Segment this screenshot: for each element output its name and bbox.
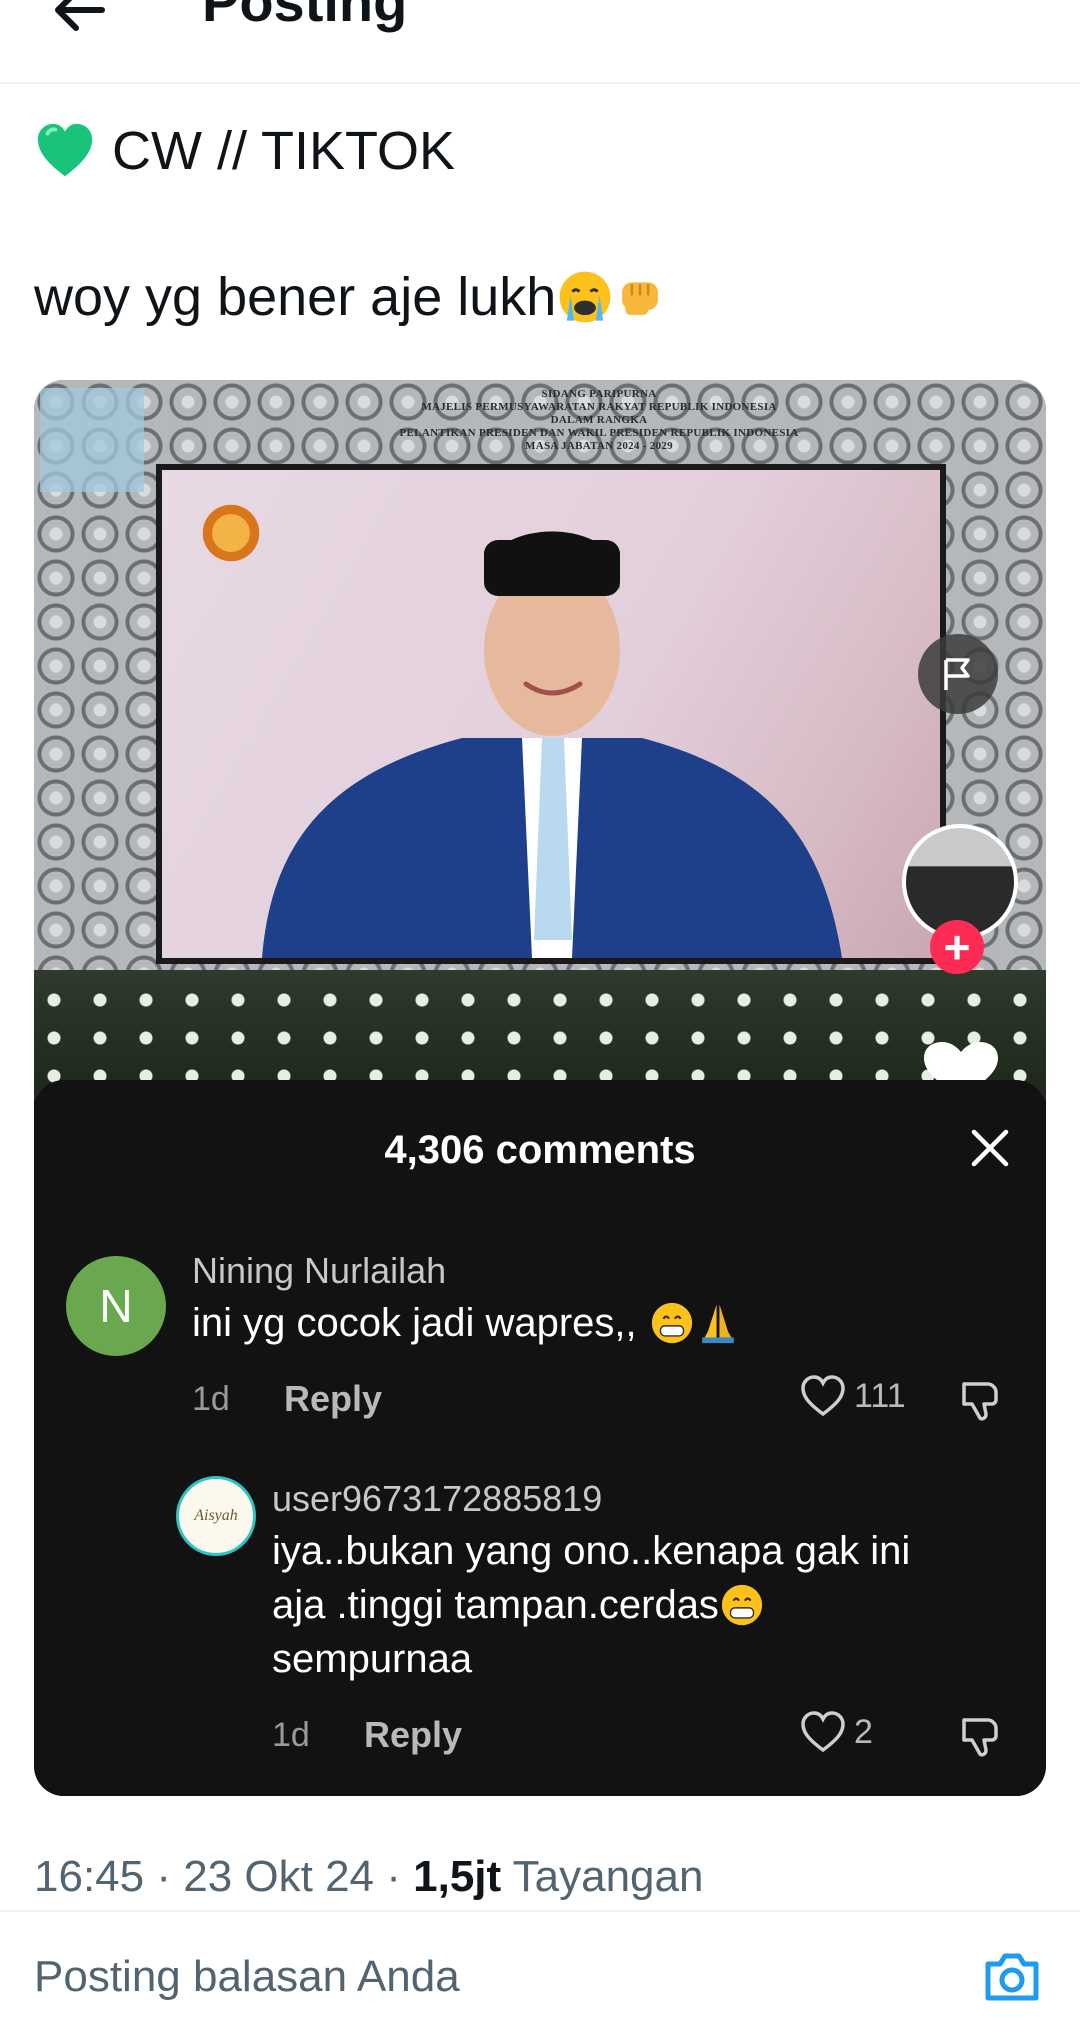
- dislike-icon[interactable]: [956, 1710, 1006, 1760]
- like-count: 111: [854, 1376, 906, 1415]
- reply-button[interactable]: Reply: [364, 1714, 462, 1756]
- banner-line: MASA JABATAN 2024 - 2029: [525, 440, 673, 452]
- reply-button[interactable]: Reply: [284, 1378, 382, 1420]
- comment-line: aja .tinggi tampan.cerdas: [272, 1583, 719, 1627]
- watermark-sticker: [40, 388, 144, 492]
- post-text-line-1: CW // TIKTOK: [34, 116, 455, 186]
- banner-line: MAJELIS PERMUSYAWARATAN RAKYAT REPUBLIK …: [421, 401, 777, 413]
- heart-outline-icon: [801, 1375, 845, 1417]
- views-count[interactable]: 1,5jt: [413, 1852, 501, 1901]
- embedded-media[interactable]: SIDANG PARIPURNA MAJELIS PERMUSYAWARATAN…: [34, 380, 1046, 1796]
- comment-age: 1d: [192, 1380, 230, 1418]
- crying-face-icon: [559, 271, 611, 323]
- page-title: Posting: [202, 0, 408, 33]
- reply-composer[interactable]: Posting balasan Anda: [0, 1910, 1080, 2032]
- banner-line: DALAM RANGKA: [550, 414, 648, 426]
- flag-icon: [944, 658, 970, 690]
- comment-like-button[interactable]: 2: [800, 1710, 873, 1754]
- like-count: 2: [854, 1712, 873, 1751]
- comment-like-button[interactable]: 111: [800, 1374, 906, 1418]
- fist-icon: [622, 282, 659, 315]
- banner-line: PELANTIKAN PRESIDEN DAN WAKIL PRESIDEN R…: [399, 427, 799, 439]
- post-date: 23 Okt 24: [183, 1852, 375, 1901]
- green-heart-icon: [37, 123, 93, 177]
- video-frame[interactable]: SIDANG PARIPURNA MAJELIS PERMUSYAWARATAN…: [34, 380, 1046, 1100]
- heart-outline-icon: [801, 1711, 845, 1753]
- praying-hands-icon: [701, 1304, 734, 1344]
- comment-body: ini yg cocok jadi wapres,,: [192, 1301, 637, 1345]
- comment-text: ini yg cocok jadi wapres,,: [192, 1296, 741, 1350]
- dislike-icon[interactable]: [956, 1374, 1006, 1424]
- comment-line: iya..bukan yang ono..kenapa gak ini: [272, 1529, 911, 1573]
- screen-content: [162, 470, 940, 958]
- post-metadata: 16:45 · 23 Okt 24 · 1,5jt Tayangan: [34, 1852, 703, 1902]
- comment-line-wrapper: aja .tinggi tampan.cerdas: [272, 1578, 910, 1632]
- close-icon[interactable]: [966, 1124, 1014, 1172]
- commenter-avatar[interactable]: N: [66, 1256, 166, 1356]
- person-illustration: [262, 531, 842, 958]
- post-time: 16:45: [34, 1852, 145, 1901]
- comments-count: 4,306 comments: [384, 1128, 696, 1172]
- display-screen: [156, 464, 946, 964]
- commenter-name[interactable]: Nining Nurlailah: [192, 1250, 446, 1292]
- separator-dot: ·: [386, 1852, 414, 1901]
- commenter-name[interactable]: user9673172885819: [272, 1478, 602, 1520]
- follow-plus-icon[interactable]: +: [930, 920, 984, 974]
- grinning-face-icon: [721, 1584, 763, 1626]
- reply-input[interactable]: Posting balasan Anda: [34, 1952, 460, 2002]
- comment-line: sempurnaa: [272, 1637, 473, 1681]
- commenter-avatar[interactable]: Aisyah: [176, 1476, 256, 1556]
- back-arrow-icon[interactable]: [50, 0, 110, 40]
- comment-age: 1d: [272, 1716, 310, 1754]
- report-flag-button[interactable]: [918, 634, 998, 714]
- views-label: Tayangan: [512, 1852, 704, 1901]
- post-text-line-2: woy yg bener aje lukh: [34, 262, 666, 332]
- post-body-text: woy yg bener aje lukh: [34, 267, 557, 327]
- post-cw-label: CW // TIKTOK: [112, 121, 456, 181]
- top-bar: Posting: [0, 0, 1080, 84]
- comment-text: iya..bukan yang ono..kenapa gak ini aja …: [272, 1524, 910, 1686]
- event-banner: SIDANG PARIPURNA MAJELIS PERMUSYAWARATAN…: [364, 388, 834, 453]
- camera-icon[interactable]: [982, 1948, 1042, 2004]
- comments-panel: 4,306 comments N Nining Nurlailah ini yg…: [34, 1080, 1046, 1796]
- banner-line: SIDANG PARIPURNA: [541, 388, 657, 400]
- grinning-face-icon: [651, 1302, 692, 1344]
- separator-dot: ·: [156, 1852, 184, 1901]
